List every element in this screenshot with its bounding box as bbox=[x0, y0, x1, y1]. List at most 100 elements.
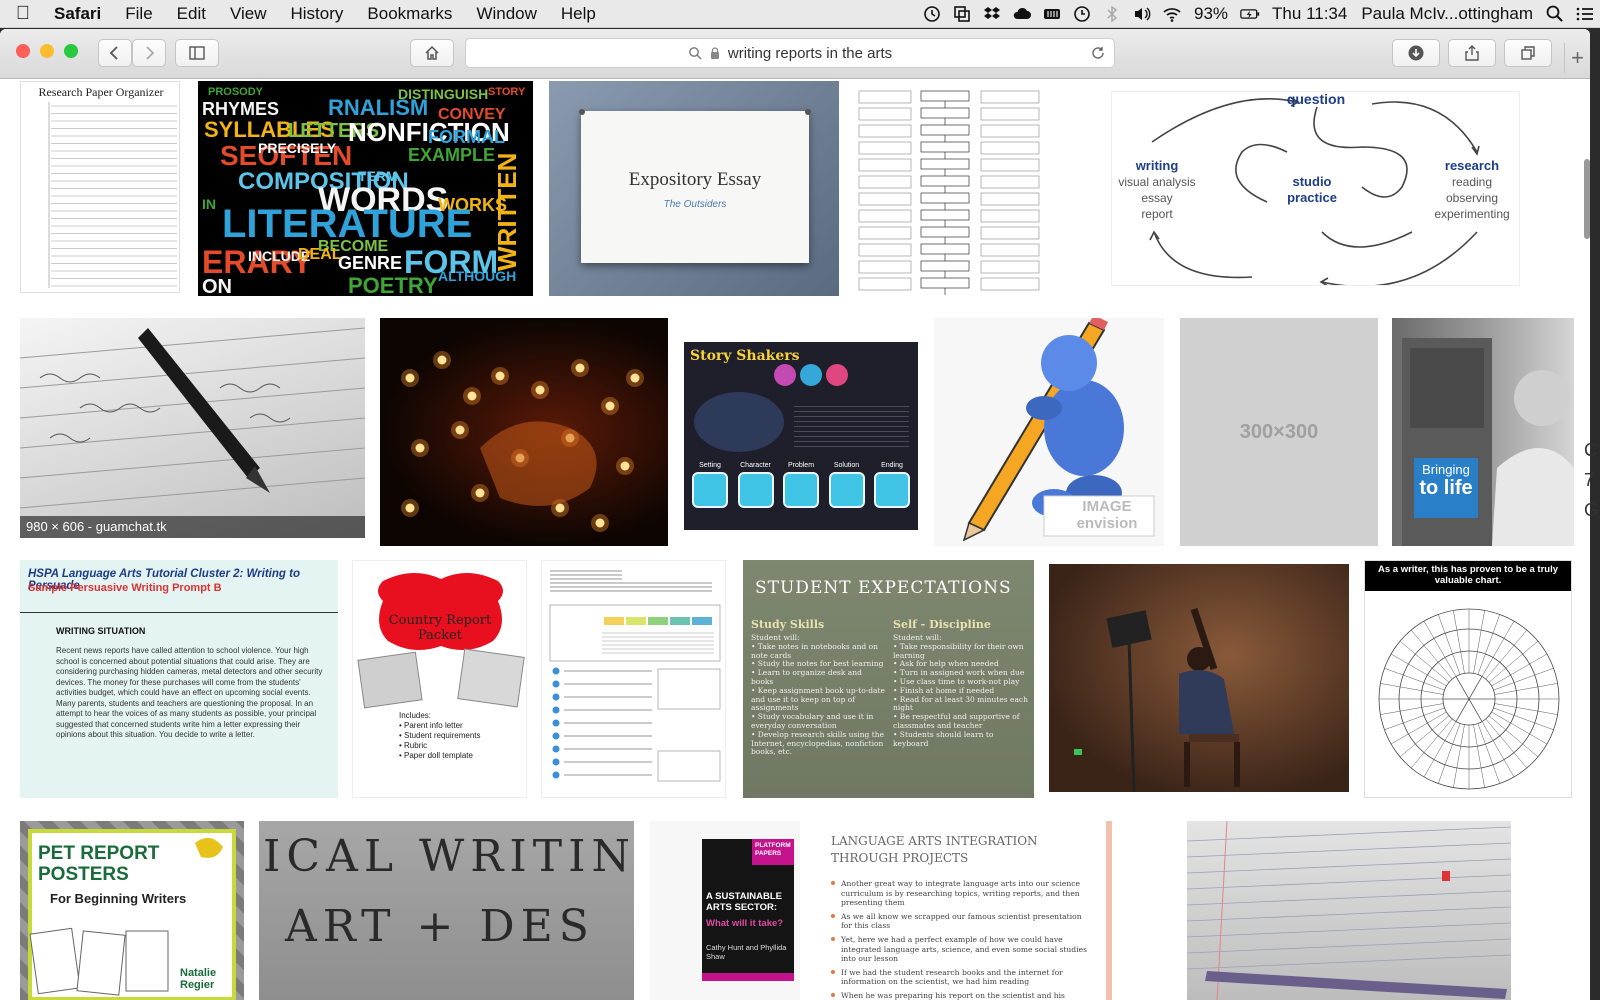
battery-charging-icon[interactable] bbox=[1235, 0, 1265, 28]
result-image-20[interactable]: PLATFORM PAPERS A SUSTAINABLE ARTS SECTO… bbox=[650, 821, 800, 1000]
apple-menu-icon[interactable]:  bbox=[0, 3, 46, 25]
result-image-1[interactable]: Research Paper Organizer bbox=[20, 81, 180, 293]
t11-line2: to life bbox=[1419, 477, 1473, 499]
circle-button bbox=[826, 364, 848, 386]
minimize-window-button[interactable] bbox=[40, 44, 54, 58]
user-menu[interactable]: Paula McIv...ottingham bbox=[1354, 4, 1540, 24]
cycle-diagram-thumbnail: question writing visual analysis essay r… bbox=[1118, 92, 1510, 285]
pin-icon bbox=[805, 109, 811, 115]
result-image-17[interactable]: As a writer, this has proven to be a tru… bbox=[1364, 560, 1572, 798]
t2-word: EXAMPLE bbox=[408, 145, 495, 165]
t18-author: Natalie Regier bbox=[180, 967, 217, 991]
assessment-report-thumbnail bbox=[549, 570, 721, 782]
result-image-6[interactable]: 980 × 606 - guamchat.tk bbox=[20, 318, 365, 538]
t5-research: research bbox=[1445, 158, 1499, 173]
screens-icon[interactable] bbox=[947, 0, 977, 28]
t5-writing-sub-2: essay bbox=[1141, 191, 1172, 205]
zoom-window-button[interactable] bbox=[64, 44, 78, 58]
result-image-4[interactable] bbox=[855, 81, 1043, 296]
result-image-22[interactable] bbox=[1187, 821, 1511, 1000]
menu-file[interactable]: File bbox=[113, 4, 164, 24]
time-machine-icon[interactable] bbox=[1067, 0, 1097, 28]
t2-word: IN bbox=[202, 196, 216, 212]
cloud-sync-icon[interactable] bbox=[1007, 0, 1037, 28]
result-image-10[interactable]: 300×300 bbox=[1180, 318, 1378, 546]
expectation-item: • Study vocabulary and use it in everyda… bbox=[751, 712, 874, 730]
menu-history[interactable]: History bbox=[279, 4, 356, 24]
result-image-19[interactable]: ICAL WRITIN ART + DES bbox=[259, 821, 634, 1000]
t13-include-1: Includes: bbox=[399, 711, 432, 720]
t21-bullet: Another great way to integrate language … bbox=[831, 879, 1089, 908]
t2-word: PRECISELY bbox=[258, 140, 337, 156]
expectation-item: • Read for at least 30 minutes each nigh… bbox=[893, 694, 1028, 713]
result-image-18[interactable]: PET REPORT POSTERS For Beginning Writers… bbox=[20, 821, 244, 1000]
expectation-item: • Develop research skills using the Inte… bbox=[751, 729, 885, 757]
menu-edit[interactable]: Edit bbox=[165, 4, 218, 24]
result-image-12[interactable]: HSPA Language Arts Tutorial Cluster 2: W… bbox=[20, 560, 338, 798]
result-image-2[interactable]: PROSODY RHYMES SYLLABLES RNALISM SEOFTEN LETT… bbox=[198, 81, 533, 296]
new-tab-button[interactable]: + bbox=[1564, 43, 1590, 73]
result-image-11[interactable]: Bringing to life bbox=[1392, 318, 1574, 546]
die-label: Solution bbox=[833, 462, 860, 469]
volume-icon[interactable] bbox=[1127, 0, 1157, 28]
result-image-3[interactable]: Expository Essay The Outsiders bbox=[549, 81, 839, 296]
result-image-16[interactable] bbox=[1049, 564, 1349, 792]
sidebar-button[interactable] bbox=[175, 39, 219, 67]
menu-clock[interactable]: Thu 11:34 bbox=[1265, 4, 1354, 24]
back-button[interactable] bbox=[98, 39, 132, 67]
home-button[interactable] bbox=[410, 39, 454, 67]
result-image-14[interactable] bbox=[541, 560, 726, 798]
result-image-15[interactable]: STUDENT EXPECTATIONS Study Skills Self -… bbox=[743, 560, 1034, 798]
result-image-8[interactable]: Story Shakers Setting Character Problem Sol… bbox=[684, 342, 918, 530]
image-results-grid: Research Paper Organizer PROSODY RHYMES SY… bbox=[0, 79, 1590, 1000]
notification-center-icon[interactable] bbox=[1570, 0, 1600, 28]
menu-app-safari[interactable]: Safari bbox=[46, 4, 113, 24]
t21-bullet: If we had the student research books and… bbox=[831, 968, 1089, 987]
t2-word: TERM bbox=[358, 168, 398, 184]
result-image-13[interactable]: Country Report Packet Includes: • Parent… bbox=[352, 560, 527, 798]
downloads-button[interactable] bbox=[1392, 39, 1440, 67]
result-image-9[interactable]: IMAGE envision bbox=[934, 318, 1164, 546]
story-die: Setting bbox=[690, 462, 730, 522]
bringing-to-life-label: Bringing to life bbox=[1414, 458, 1478, 518]
clock-app-icon[interactable] bbox=[917, 0, 947, 28]
pen-photo bbox=[20, 327, 365, 509]
pin-icon bbox=[579, 109, 585, 115]
tabs-icon bbox=[1521, 46, 1535, 60]
menu-window[interactable]: Window bbox=[464, 4, 548, 24]
word-cloud-thumbnail: PROSODYRHYMESSYLLABLESRNALISMSEOFTENLETT… bbox=[202, 86, 526, 296]
t5-writing-sub-3: report bbox=[1141, 207, 1173, 221]
forward-button[interactable] bbox=[132, 39, 166, 67]
dropbox-icon[interactable] bbox=[977, 0, 1007, 28]
worksheet-thumbnail: Research Paper Organizer bbox=[38, 85, 177, 288]
essay-slide: Expository Essay The Outsiders bbox=[581, 111, 809, 263]
t5-question: question bbox=[1287, 92, 1345, 107]
menu-view[interactable]: View bbox=[218, 4, 279, 24]
t5-writing: writing bbox=[1135, 158, 1179, 173]
t2-word: ON bbox=[202, 276, 232, 296]
menu-bookmarks[interactable]: Bookmarks bbox=[355, 4, 464, 24]
t5-research-sub-1: reading bbox=[1452, 175, 1492, 189]
expectation-item: • Keep assignment book up-to-date and us… bbox=[751, 685, 885, 713]
address-bar[interactable]: writing reports in the arts bbox=[465, 38, 1115, 68]
vertical-scrollbar[interactable] bbox=[1584, 159, 1590, 239]
t19-text2: ART + DES bbox=[285, 901, 595, 952]
packet-cover bbox=[357, 572, 525, 709]
tab-overview-button[interactable] bbox=[1504, 39, 1552, 67]
t21-bullets: Another great way to integrate language … bbox=[831, 879, 1089, 1000]
t20-sub: What will it take? bbox=[706, 918, 784, 929]
reload-icon[interactable] bbox=[1090, 45, 1106, 61]
memory-icon[interactable] bbox=[1037, 0, 1067, 28]
t2-word: POETRY bbox=[348, 273, 438, 296]
menu-help[interactable]: Help bbox=[549, 4, 608, 24]
result-image-5[interactable]: question writing visual analysis essay r… bbox=[1111, 91, 1520, 286]
t2-word: CONVEY bbox=[438, 106, 506, 123]
result-image-7[interactable] bbox=[380, 318, 668, 546]
share-button[interactable] bbox=[1448, 39, 1496, 67]
plus-icon: + bbox=[1571, 45, 1584, 70]
spotlight-search-icon[interactable] bbox=[1540, 0, 1570, 28]
wifi-icon[interactable] bbox=[1157, 0, 1187, 28]
result-image-21[interactable]: LANGUAGE ARTS INTEGRATION THROUGH PROJEC… bbox=[815, 821, 1112, 1000]
bluetooth-icon[interactable] bbox=[1097, 0, 1127, 28]
close-window-button[interactable] bbox=[16, 44, 30, 58]
